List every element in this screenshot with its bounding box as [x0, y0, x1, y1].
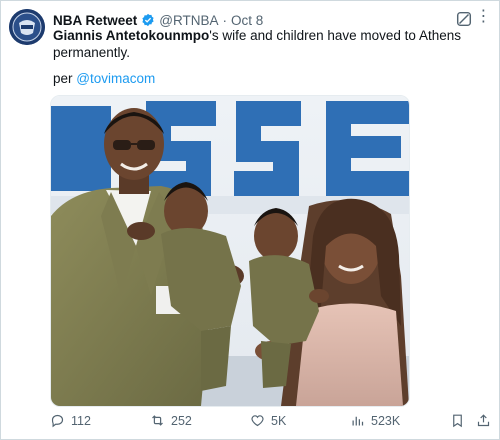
views-button[interactable]: 523K [350, 413, 400, 428]
reply-button[interactable]: 112 [50, 413, 91, 428]
tweet-media-photo[interactable] [50, 95, 410, 407]
author-display-name[interactable]: NBA Retweet [53, 13, 137, 28]
tweet-card[interactable]: NBA Retweet @RTNBA · Oct 8 ⋮ Giannis Ant… [0, 0, 500, 440]
reply-icon [51, 414, 64, 428]
tweet-date[interactable]: Oct 8 [231, 13, 263, 28]
per-prefix: per [53, 71, 77, 86]
tweet-text-mention: Giannis Antetokounmpo [53, 28, 210, 43]
nba-retweet-logo-icon [9, 9, 45, 45]
more-icon: ⋮ [475, 8, 493, 25]
grok-button[interactable] [455, 10, 473, 28]
more-button[interactable]: ⋮ [475, 8, 493, 26]
tweet-source-line: per @tovimacom [53, 71, 155, 86]
share-icon [477, 414, 490, 427]
heart-icon [251, 415, 264, 427]
separator-dot: · [222, 12, 227, 28]
like-button[interactable]: 5K [250, 413, 286, 428]
verified-badge-icon [141, 13, 155, 27]
author-handle[interactable]: @RTNBA [159, 13, 218, 28]
share-button[interactable] [476, 413, 491, 428]
retweet-button[interactable]: 252 [150, 413, 192, 428]
grok-icon [456, 11, 472, 27]
retweet-icon [152, 415, 163, 426]
views-count: 523K [371, 413, 401, 428]
family-photo-image [51, 96, 409, 406]
source-link[interactable]: @tovimacom [76, 71, 155, 86]
bookmark-button[interactable] [450, 413, 465, 428]
views-icon [352, 416, 364, 426]
author-avatar[interactable] [9, 9, 45, 45]
like-count: 5K [271, 413, 287, 428]
retweet-count: 252 [171, 413, 192, 428]
bookmark-icon [453, 414, 462, 428]
tweet-text: Giannis Antetokounmpo's wife and childre… [53, 27, 463, 61]
reply-count: 112 [71, 413, 91, 428]
tweet-action-bar: 112 252 5K 523K [50, 413, 491, 431]
